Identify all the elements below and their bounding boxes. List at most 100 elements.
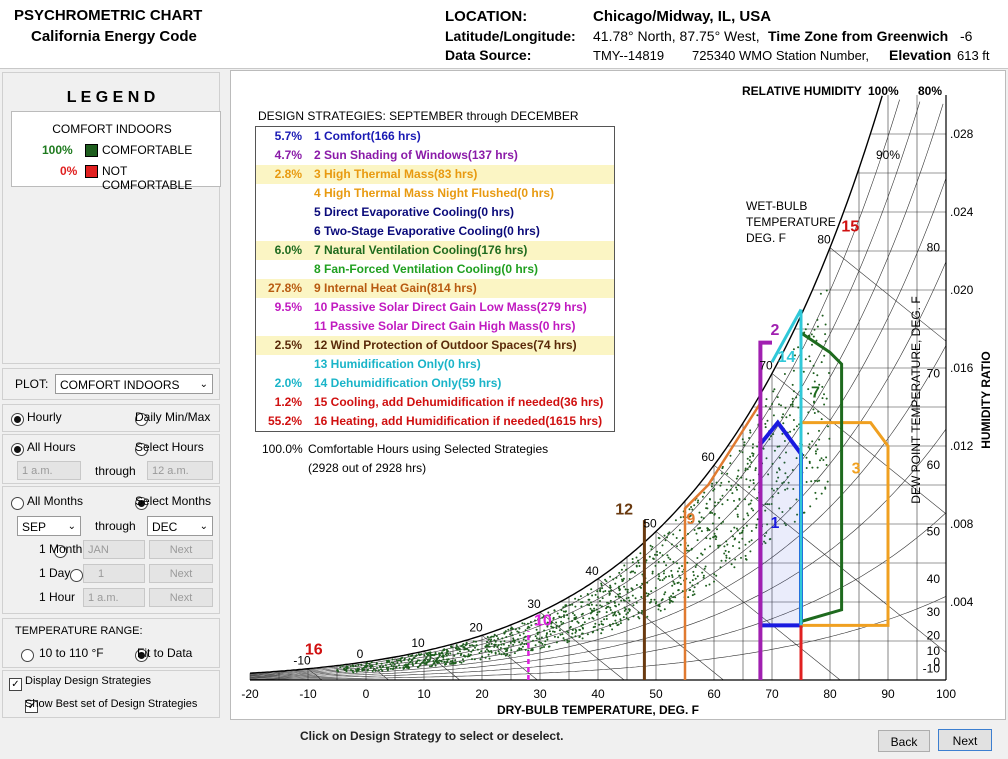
data-point bbox=[497, 650, 500, 653]
data-point bbox=[423, 654, 426, 657]
data-point bbox=[651, 570, 654, 573]
strategy-number-label: 16 bbox=[305, 642, 323, 659]
x-tick-label: 0 bbox=[363, 687, 370, 701]
data-point bbox=[442, 658, 445, 661]
data-point bbox=[534, 644, 537, 647]
strategy-row-11[interactable]: 11 Passive Solar Direct Gain High Mass(0… bbox=[256, 317, 614, 336]
data-point bbox=[560, 616, 563, 619]
data-point bbox=[429, 658, 432, 660]
data-point bbox=[518, 627, 521, 630]
data-point bbox=[489, 636, 492, 639]
data-point bbox=[810, 333, 813, 336]
strategy-row-5[interactable]: 5 Direct Evaporative Cooling(0 hrs) bbox=[256, 203, 614, 222]
strategy-row-2[interactable]: 4.7% 2 Sun Shading of Windows(137 hrs) bbox=[256, 146, 614, 165]
strategy-pct: 27.8% bbox=[267, 281, 302, 295]
data-point bbox=[744, 467, 747, 470]
data-point bbox=[671, 576, 674, 578]
data-point bbox=[634, 571, 636, 574]
strategy-row-14[interactable]: 2.0% 14 Dehumidification Only(59 hrs) bbox=[256, 374, 614, 393]
data-point bbox=[808, 443, 811, 446]
data-point bbox=[391, 658, 394, 661]
data-point bbox=[569, 604, 571, 606]
data-point bbox=[603, 618, 606, 621]
strategy-row-6[interactable]: 6 Two-Stage Evaporative Cooling(0 hrs) bbox=[256, 222, 614, 241]
data-point bbox=[769, 408, 772, 410]
data-point bbox=[726, 472, 729, 475]
strategy-pct: 5.7% bbox=[274, 129, 302, 143]
data-point bbox=[617, 611, 620, 614]
data-point bbox=[744, 498, 747, 501]
data-point bbox=[339, 666, 342, 669]
data-point bbox=[705, 537, 708, 540]
strategy-row-8[interactable]: 8 Fan-Forced Ventilation Cooling(0 hrs) bbox=[256, 260, 614, 279]
strategy-row-12[interactable]: 2.5% 12 Wind Protection of Outdoor Spaces… bbox=[256, 336, 614, 355]
data-point bbox=[449, 652, 452, 655]
data-point bbox=[571, 603, 574, 606]
strategy-row-15[interactable]: 1.2% 15 Cooling, add Dehumidification if … bbox=[256, 393, 614, 412]
data-point bbox=[349, 665, 352, 668]
strategy-pct: 2.5% bbox=[274, 338, 302, 352]
data-point bbox=[700, 530, 703, 533]
data-point bbox=[526, 622, 529, 625]
data-point bbox=[566, 614, 569, 617]
data-point bbox=[429, 655, 432, 657]
data-point bbox=[672, 560, 675, 563]
data-point bbox=[505, 636, 508, 638]
data-point bbox=[592, 630, 595, 633]
data-point bbox=[363, 666, 365, 669]
strategy-row-9[interactable]: 27.8% 9 Internal Heat Gain(814 hrs) bbox=[256, 279, 614, 298]
data-point bbox=[652, 557, 655, 560]
dewpoint-tick-label: 20 bbox=[927, 628, 941, 642]
dewpoint-tick-label: 60 bbox=[927, 458, 941, 472]
strategy-row-16[interactable]: 55.2% 16 Heating, add Humidification if n… bbox=[256, 412, 614, 431]
data-point bbox=[619, 595, 622, 598]
strategy-row-4[interactable]: 4 High Thermal Mass Night Flushed(0 hrs) bbox=[256, 184, 614, 203]
data-point bbox=[670, 595, 673, 598]
back-button[interactable]: Back bbox=[878, 730, 930, 752]
strategy-row-10[interactable]: 9.5% 10 Passive Solar Direct Gain Low Mas… bbox=[256, 298, 614, 317]
data-point bbox=[824, 333, 827, 336]
data-point bbox=[681, 537, 684, 540]
rh-label-100: 100% bbox=[868, 84, 899, 98]
data-point bbox=[732, 535, 734, 538]
strategy-number-label: 15 bbox=[841, 219, 859, 236]
data-point bbox=[694, 577, 697, 580]
wetbulb-tick-label: 30 bbox=[527, 597, 541, 611]
data-point bbox=[600, 623, 603, 625]
data-point bbox=[391, 661, 394, 664]
strategy-row-3[interactable]: 2.8% 3 High Thermal Mass(83 hrs) bbox=[256, 165, 614, 184]
data-point bbox=[723, 545, 726, 548]
zone-natural-ventilation[interactable] bbox=[800, 331, 844, 623]
strategy-row-13[interactable]: 13 Humidification Only(0 hrs) bbox=[256, 355, 614, 374]
data-point bbox=[669, 599, 672, 602]
strategy-row-1[interactable]: 5.7% 1 Comfort(166 hrs) bbox=[256, 127, 614, 146]
data-point bbox=[756, 414, 759, 417]
data-point bbox=[488, 657, 491, 660]
data-point bbox=[530, 624, 533, 627]
data-point bbox=[622, 616, 625, 619]
data-point bbox=[747, 514, 750, 517]
data-point bbox=[764, 422, 767, 425]
data-point bbox=[345, 670, 348, 673]
data-point bbox=[500, 643, 503, 646]
comfort-zone[interactable] bbox=[758, 419, 803, 628]
strategy-row-7[interactable]: 6.0% 7 Natural Ventilation Cooling(176 hr… bbox=[256, 241, 614, 260]
data-point bbox=[725, 554, 728, 557]
data-point bbox=[723, 552, 726, 555]
data-point bbox=[694, 566, 697, 568]
wetbulb-tick-label: 40 bbox=[585, 564, 599, 578]
data-point bbox=[817, 410, 820, 413]
data-point bbox=[434, 651, 437, 654]
data-point bbox=[601, 628, 604, 631]
data-point bbox=[702, 574, 705, 577]
data-point bbox=[713, 488, 716, 491]
data-point bbox=[503, 647, 506, 650]
strategy-pct: 2.8% bbox=[274, 167, 302, 181]
data-point bbox=[701, 495, 704, 498]
next-button[interactable]: Next bbox=[938, 729, 992, 751]
data-point bbox=[617, 593, 619, 596]
data-point bbox=[679, 576, 682, 579]
data-point bbox=[635, 584, 638, 586]
data-point bbox=[511, 634, 514, 637]
data-point bbox=[676, 545, 678, 548]
